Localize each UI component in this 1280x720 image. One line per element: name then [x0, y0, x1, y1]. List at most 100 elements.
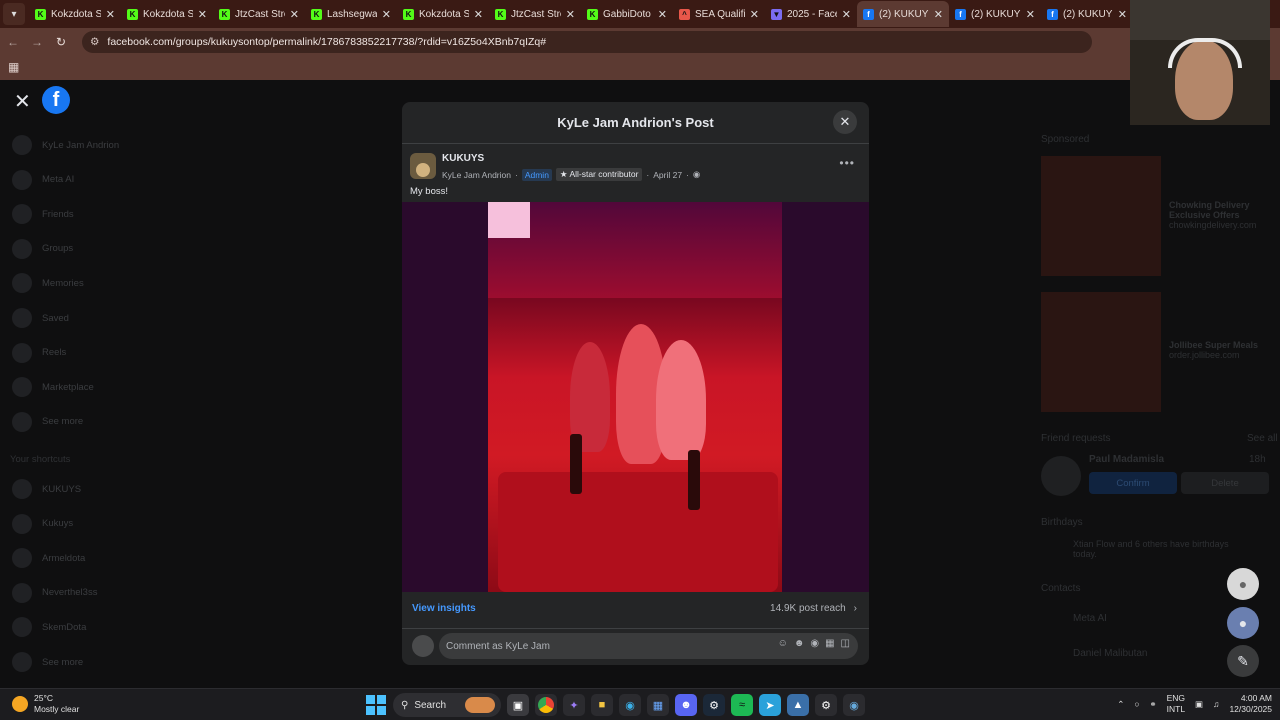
left-nav-item[interactable]: Meta AI	[12, 169, 74, 190]
settings-icon[interactable]: ⚙	[815, 694, 837, 716]
new-message-icon[interactable]: ✎	[1227, 645, 1259, 677]
group-name[interactable]: KUKUYS	[442, 153, 484, 164]
tab-close-icon[interactable]: ✕	[1026, 8, 1035, 21]
browser-tab[interactable]: K GabbiDoto ✕	[581, 1, 673, 27]
tab-close-icon[interactable]: ✕	[750, 8, 759, 21]
camera-icon[interactable]: ◉	[810, 638, 819, 649]
network-icon[interactable]: ○	[1134, 699, 1139, 709]
taskbar-search[interactable]: ⚲ Search	[393, 693, 501, 717]
contact-avatar-button[interactable]: ●	[1227, 607, 1259, 639]
tab-close-icon[interactable]: ✕	[382, 8, 391, 21]
gif-icon[interactable]: ▦	[825, 638, 834, 649]
photos-icon[interactable]: ▲	[787, 694, 809, 716]
post-date[interactable]: April 27	[653, 170, 682, 180]
copilot-icon[interactable]: ✦	[563, 694, 585, 716]
telegram-icon[interactable]: ➤	[759, 694, 781, 716]
tab-close-icon[interactable]: ✕	[658, 8, 667, 21]
browser-tab[interactable]: K Kokzdota St ✕	[121, 1, 213, 27]
tab-search-button[interactable]: ▾	[3, 3, 25, 25]
reload-icon[interactable]: ↻	[50, 35, 72, 49]
group-avatar[interactable]	[410, 153, 436, 179]
left-nav-item[interactable]: Reels	[12, 342, 66, 363]
comment-input[interactable]: Comment as KyLe Jam ☺ ☻ ◉ ▦ ◫	[439, 633, 858, 659]
back-icon[interactable]: ←	[2, 35, 24, 49]
site-info-icon[interactable]: ⚙	[90, 36, 99, 48]
friend-name[interactable]: Paul Madamisla	[1089, 454, 1164, 465]
shortcut-item[interactable]: Neverthel3ss	[12, 582, 97, 603]
shortcut-item[interactable]: KUKUYS	[12, 479, 81, 499]
avatar-sticker-icon[interactable]: ☺	[778, 638, 788, 649]
clock[interactable]: 4:00 AM 12/30/2025	[1229, 693, 1272, 715]
post-photo[interactable]	[488, 202, 782, 592]
ad-jollibee[interactable]: Jollibee Super Meals order.jollibee.com	[1169, 340, 1269, 360]
browser-tab[interactable]: K Kokzdota St ✕	[29, 1, 121, 27]
ad-image-chowking[interactable]	[1041, 156, 1161, 276]
volume-icon[interactable]: ♫	[1213, 699, 1219, 709]
start-button[interactable]	[365, 694, 387, 716]
language-indicator[interactable]: ENG INTL	[1167, 693, 1185, 715]
contact-avatar-button[interactable]: ●	[1227, 568, 1259, 600]
file-explorer-icon[interactable]: ■	[591, 694, 613, 716]
friend-avatar[interactable]	[1041, 456, 1081, 496]
network-app-icon[interactable]: ◉	[843, 694, 865, 716]
shortcut-item[interactable]: See more	[12, 652, 83, 672]
shortcut-item[interactable]: Kukuys	[12, 513, 73, 534]
left-nav-item[interactable]: Marketplace	[12, 377, 94, 398]
tray-overflow-icon[interactable]: ⌃	[1117, 699, 1124, 710]
browser-tab[interactable]: f (2) KUKUYS ✕	[1041, 1, 1133, 27]
left-nav-item[interactable]: Memories	[12, 273, 84, 294]
more-options-icon[interactable]: •••	[839, 156, 855, 170]
post-reach[interactable]: 14.9K post reach ›	[770, 603, 857, 614]
commenter-avatar[interactable]	[412, 635, 434, 657]
left-nav-item[interactable]: Friends	[12, 204, 74, 225]
browser-tab[interactable]: K JtzCast Strea ✕	[489, 1, 581, 27]
forward-icon[interactable]: →	[26, 35, 48, 49]
weather-widget[interactable]: 25°C Mostly clear	[12, 693, 79, 715]
discord-icon[interactable]: ☻	[675, 694, 697, 716]
task-view-icon[interactable]: ▣	[507, 694, 529, 716]
sticker-icon[interactable]: ◫	[841, 638, 850, 649]
ad-image-jollibee[interactable]	[1041, 292, 1161, 412]
author-name[interactable]: KyLe Jam Andrion	[442, 170, 511, 180]
close-icon[interactable]: ✕	[14, 89, 31, 114]
tab-close-icon[interactable]: ✕	[1118, 8, 1127, 21]
see-all-link[interactable]: See all	[1247, 433, 1278, 444]
apps-grid-icon[interactable]: ▦	[8, 60, 19, 74]
browser-tab[interactable]: K Lashsegway ✕	[305, 1, 397, 27]
mic-icon[interactable]: ⚭	[1150, 699, 1157, 710]
tab-close-icon[interactable]: ✕	[106, 8, 115, 21]
left-nav-item[interactable]: Groups	[12, 238, 73, 259]
browser-tab[interactable]: ▼ 2025 - Faceb ✕	[765, 1, 857, 27]
facebook-logo[interactable]: f	[42, 86, 70, 114]
store-icon[interactable]: ▦	[647, 694, 669, 716]
display-icon[interactable]: ▣	[1195, 699, 1203, 710]
left-nav-item[interactable]: KyLe Jam Andrion	[12, 135, 119, 155]
view-insights-link[interactable]: View insights	[412, 603, 476, 614]
edge-icon[interactable]: ◉	[619, 694, 641, 716]
tab-close-icon[interactable]: ✕	[934, 8, 943, 21]
tab-close-icon[interactable]: ✕	[566, 8, 575, 21]
delete-button[interactable]: Delete	[1181, 472, 1269, 494]
browser-tab[interactable]: f (2) KUKUYS ✕	[949, 1, 1041, 27]
ad-chowking[interactable]: Chowking Delivery Exclusive Offers chowk…	[1169, 200, 1269, 230]
tab-close-icon[interactable]: ✕	[290, 8, 299, 21]
contact-item[interactable]: Daniel Malibutan	[1073, 648, 1148, 659]
browser-tab[interactable]: ^ SEA Qualifie ✕	[673, 1, 765, 27]
left-nav-item[interactable]: See more	[12, 411, 83, 432]
spotify-icon[interactable]: ≈	[731, 694, 753, 716]
contact-item[interactable]: Meta AI	[1073, 613, 1107, 624]
address-bar[interactable]: ⚙ facebook.com/groups/kukuysontop/permal…	[82, 31, 1092, 53]
left-nav-item[interactable]: Saved	[12, 308, 69, 328]
browser-tab[interactable]: K JtzCast Strea ✕	[213, 1, 305, 27]
browser-tab[interactable]: K Kokzdota St ✕	[397, 1, 489, 27]
chrome-icon[interactable]	[535, 694, 557, 716]
steam-icon[interactable]: ⚙	[703, 694, 725, 716]
shortcut-item[interactable]: SkemDota	[12, 617, 86, 638]
shortcut-item[interactable]: Armeldota	[12, 548, 85, 569]
modal-close-button[interactable]: ✕	[833, 110, 857, 134]
tab-close-icon[interactable]: ✕	[842, 8, 851, 21]
tab-close-icon[interactable]: ✕	[198, 8, 207, 21]
browser-tab[interactable]: f (2) KUKUYS ✕	[857, 1, 949, 27]
tab-close-icon[interactable]: ✕	[474, 8, 483, 21]
birthday-text[interactable]: Xtian Flow and 6 others have birthdays t…	[1073, 539, 1243, 559]
